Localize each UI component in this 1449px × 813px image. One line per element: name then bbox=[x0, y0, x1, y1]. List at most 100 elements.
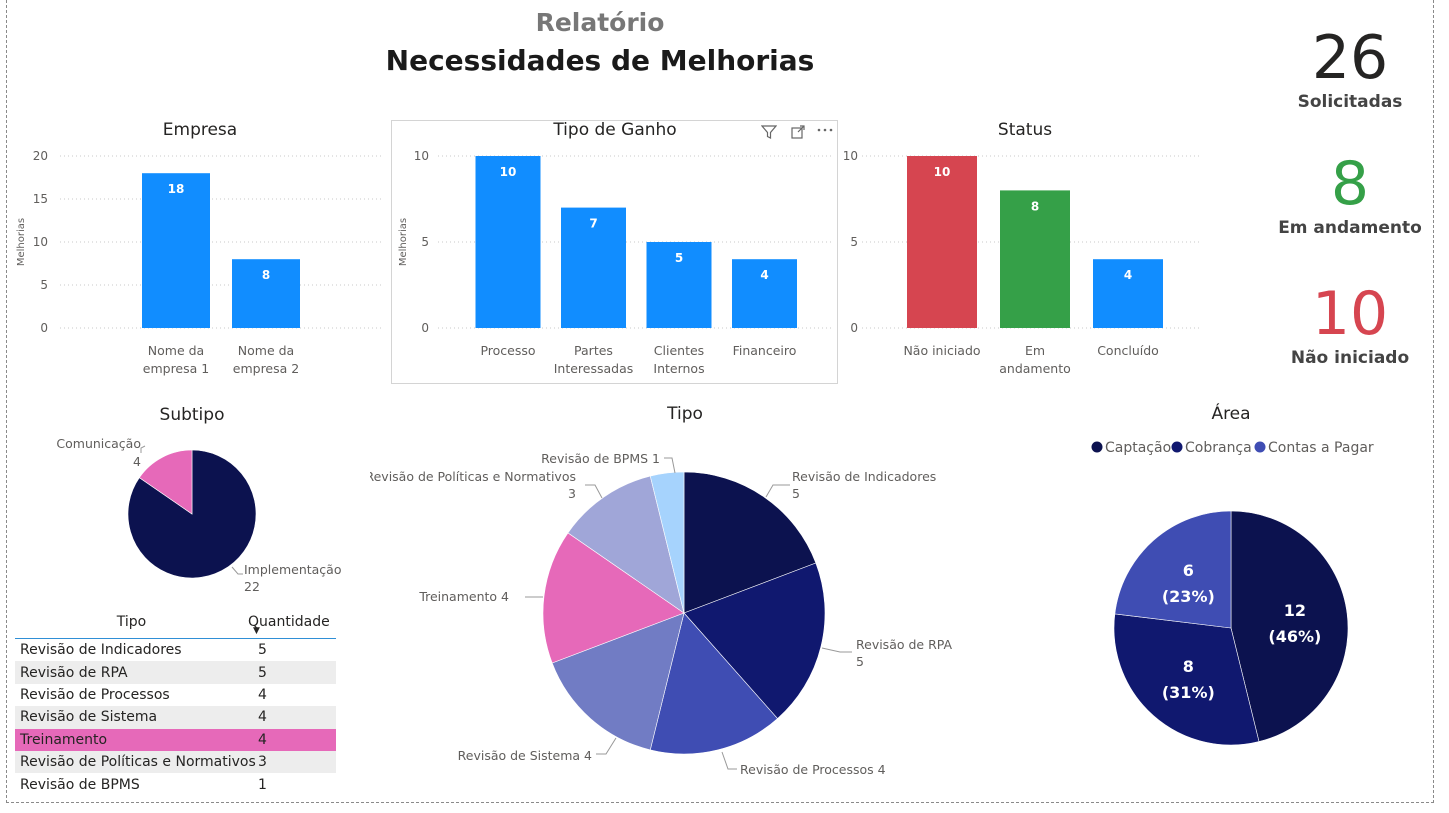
table-cell-quantidade: 4 bbox=[258, 686, 267, 703]
legend-marker bbox=[1254, 441, 1266, 453]
x-tick-label: Internos bbox=[653, 361, 704, 376]
bar bbox=[475, 156, 541, 328]
x-tick-label: Não iniciado bbox=[903, 343, 980, 358]
table-cell-tipo: Revisão de BPMS bbox=[20, 776, 140, 793]
table-cell-tipo: Revisão de RPA bbox=[20, 664, 128, 681]
y-tick-label: 5 bbox=[421, 235, 429, 249]
x-tick-label: Interessadas bbox=[554, 361, 634, 376]
bar-data-label: 7 bbox=[589, 217, 597, 231]
bar-data-label: 18 bbox=[168, 182, 185, 196]
slice-value: 3 bbox=[568, 486, 576, 501]
x-tick-label: empresa 1 bbox=[143, 361, 209, 376]
y-tick-label: 5 bbox=[40, 278, 48, 292]
slice-label: Revisão de Processos 4 bbox=[740, 762, 886, 777]
leader-line bbox=[596, 737, 617, 755]
pie-slice bbox=[1114, 510, 1232, 629]
bar-data-label: 5 bbox=[675, 251, 683, 265]
legend-marker bbox=[1091, 441, 1103, 453]
table-cell-tipo: Revisão de Processos bbox=[20, 686, 170, 703]
table-row[interactable]: Revisão de Indicadores 5 bbox=[15, 639, 336, 661]
x-tick-label: empresa 2 bbox=[233, 361, 299, 376]
y-tick-label: 0 bbox=[850, 321, 858, 335]
bar bbox=[142, 173, 210, 328]
y-tick-label: 0 bbox=[40, 321, 48, 335]
x-tick-label: Concluído bbox=[1097, 343, 1159, 358]
legend-label: Cobrança bbox=[1185, 440, 1252, 456]
column-header-quantidade[interactable]: Quantidade bbox=[248, 614, 336, 638]
kpi-solicitadas-label: Solicitadas bbox=[1297, 92, 1403, 112]
leader-line bbox=[231, 566, 243, 575]
table-cell-tipo: Revisão de Políticas e Normativos bbox=[20, 754, 256, 771]
report-title: Necessidades de Melhorias bbox=[385, 44, 815, 77]
table-cell-tipo: Revisão de Indicadores bbox=[20, 642, 182, 659]
status-bar-chart: 0 5 10 10 Não iniciado 8 Em andamento 4 Concluído bbox=[843, 149, 1200, 376]
kpi-em-andamento-label: Em andamento bbox=[1278, 218, 1422, 238]
slice-percent: (23%) bbox=[1162, 587, 1215, 606]
y-tick-label: 10 bbox=[33, 235, 48, 249]
kpi-solicitadas-value: 26 bbox=[1311, 23, 1389, 93]
slice-percent: (31%) bbox=[1162, 683, 1215, 702]
table-cell-tipo: Revisão de Sistema bbox=[20, 709, 158, 726]
bar-data-label: 4 bbox=[760, 268, 768, 282]
table-row[interactable]: Revisão de BPMS 1 bbox=[15, 773, 336, 795]
bar-data-label: 10 bbox=[500, 165, 517, 179]
leader-line bbox=[721, 751, 737, 770]
bar-data-label: 8 bbox=[1031, 199, 1039, 213]
table-row[interactable]: Revisão de Sistema 4 bbox=[15, 706, 336, 729]
tipo-chart-title: Tipo bbox=[667, 404, 703, 424]
table-cell-quantidade: 5 bbox=[258, 642, 267, 659]
table-cell-quantidade: 3 bbox=[258, 754, 267, 771]
slice-label: Implementação bbox=[244, 562, 342, 577]
slice-label: Revisão de Políticas e Normativos bbox=[370, 469, 576, 484]
report-subtitle: Relatório bbox=[535, 8, 665, 37]
x-tick-label: Financeiro bbox=[733, 343, 797, 358]
area-chart-title: Área bbox=[1211, 404, 1251, 424]
slice-label: Revisão de Indicadores bbox=[792, 469, 936, 484]
slice-percent: (46%) bbox=[1268, 627, 1321, 646]
table-row[interactable]: Revisão de Políticas e Normativos 3 bbox=[15, 750, 336, 774]
y-tick-label: 15 bbox=[33, 192, 48, 206]
kpi-nao-iniciado-label: Não iniciado bbox=[1290, 348, 1410, 368]
table-cell-quantidade: 4 bbox=[258, 731, 267, 748]
table-row-highlighted[interactable]: Treinamento 4 bbox=[15, 728, 336, 751]
table-header: Tipo Quantidade ▼ bbox=[15, 610, 336, 639]
area-pie-chart: Captação Cobrança Contas a Pagar 12 (46%) 8 (3… bbox=[1091, 440, 1374, 746]
y-axis-label: Melhorias bbox=[398, 218, 409, 266]
slice-label: Treinamento 4 bbox=[418, 589, 509, 604]
tipo-quantidade-table: Tipo Quantidade ▼ Revisão de Indicadores… bbox=[15, 610, 336, 796]
leader-line bbox=[664, 457, 676, 474]
leader-line bbox=[821, 647, 852, 653]
slice-label: Revisão de RPA bbox=[856, 637, 953, 652]
x-tick-label: andamento bbox=[999, 361, 1071, 376]
slice-label: Comunicação bbox=[56, 436, 141, 451]
y-axis-label: Melhorias bbox=[16, 218, 27, 266]
x-tick-label: Partes bbox=[574, 343, 613, 358]
x-tick-label: Nome da bbox=[148, 343, 204, 358]
legend-label: Contas a Pagar bbox=[1268, 440, 1374, 456]
y-tick-label: 20 bbox=[33, 149, 48, 163]
slice-value: 5 bbox=[856, 654, 864, 669]
x-tick-label: Clientes bbox=[654, 343, 704, 358]
column-header-tipo[interactable]: Tipo bbox=[15, 614, 248, 638]
table-row[interactable]: Revisão de RPA 5 bbox=[15, 661, 336, 684]
slice-value: 8 bbox=[1183, 657, 1194, 676]
legend-marker bbox=[1171, 441, 1183, 453]
table-cell-tipo: Treinamento bbox=[20, 731, 108, 748]
leader-line bbox=[585, 484, 603, 499]
y-tick-label: 5 bbox=[850, 235, 858, 249]
bar-data-label: 8 bbox=[262, 268, 270, 282]
legend-label: Captação bbox=[1105, 440, 1171, 456]
slice-value: 5 bbox=[792, 486, 800, 501]
leader-line bbox=[765, 484, 790, 498]
y-tick-label: 0 bbox=[421, 321, 429, 335]
slice-value: 12 bbox=[1284, 601, 1306, 620]
kpi-em-andamento-value: 8 bbox=[1330, 149, 1370, 219]
status-chart-title: Status bbox=[997, 120, 1053, 140]
more-options-icon[interactable] bbox=[816, 122, 834, 142]
slice-value: 22 bbox=[244, 579, 260, 594]
x-tick-label: Processo bbox=[480, 343, 535, 358]
subtipo-chart-title: Subtipo bbox=[159, 405, 225, 425]
table-row[interactable]: Revisão de Processos 4 bbox=[15, 684, 336, 706]
leader-line bbox=[140, 445, 146, 453]
y-tick-label: 10 bbox=[843, 149, 858, 163]
